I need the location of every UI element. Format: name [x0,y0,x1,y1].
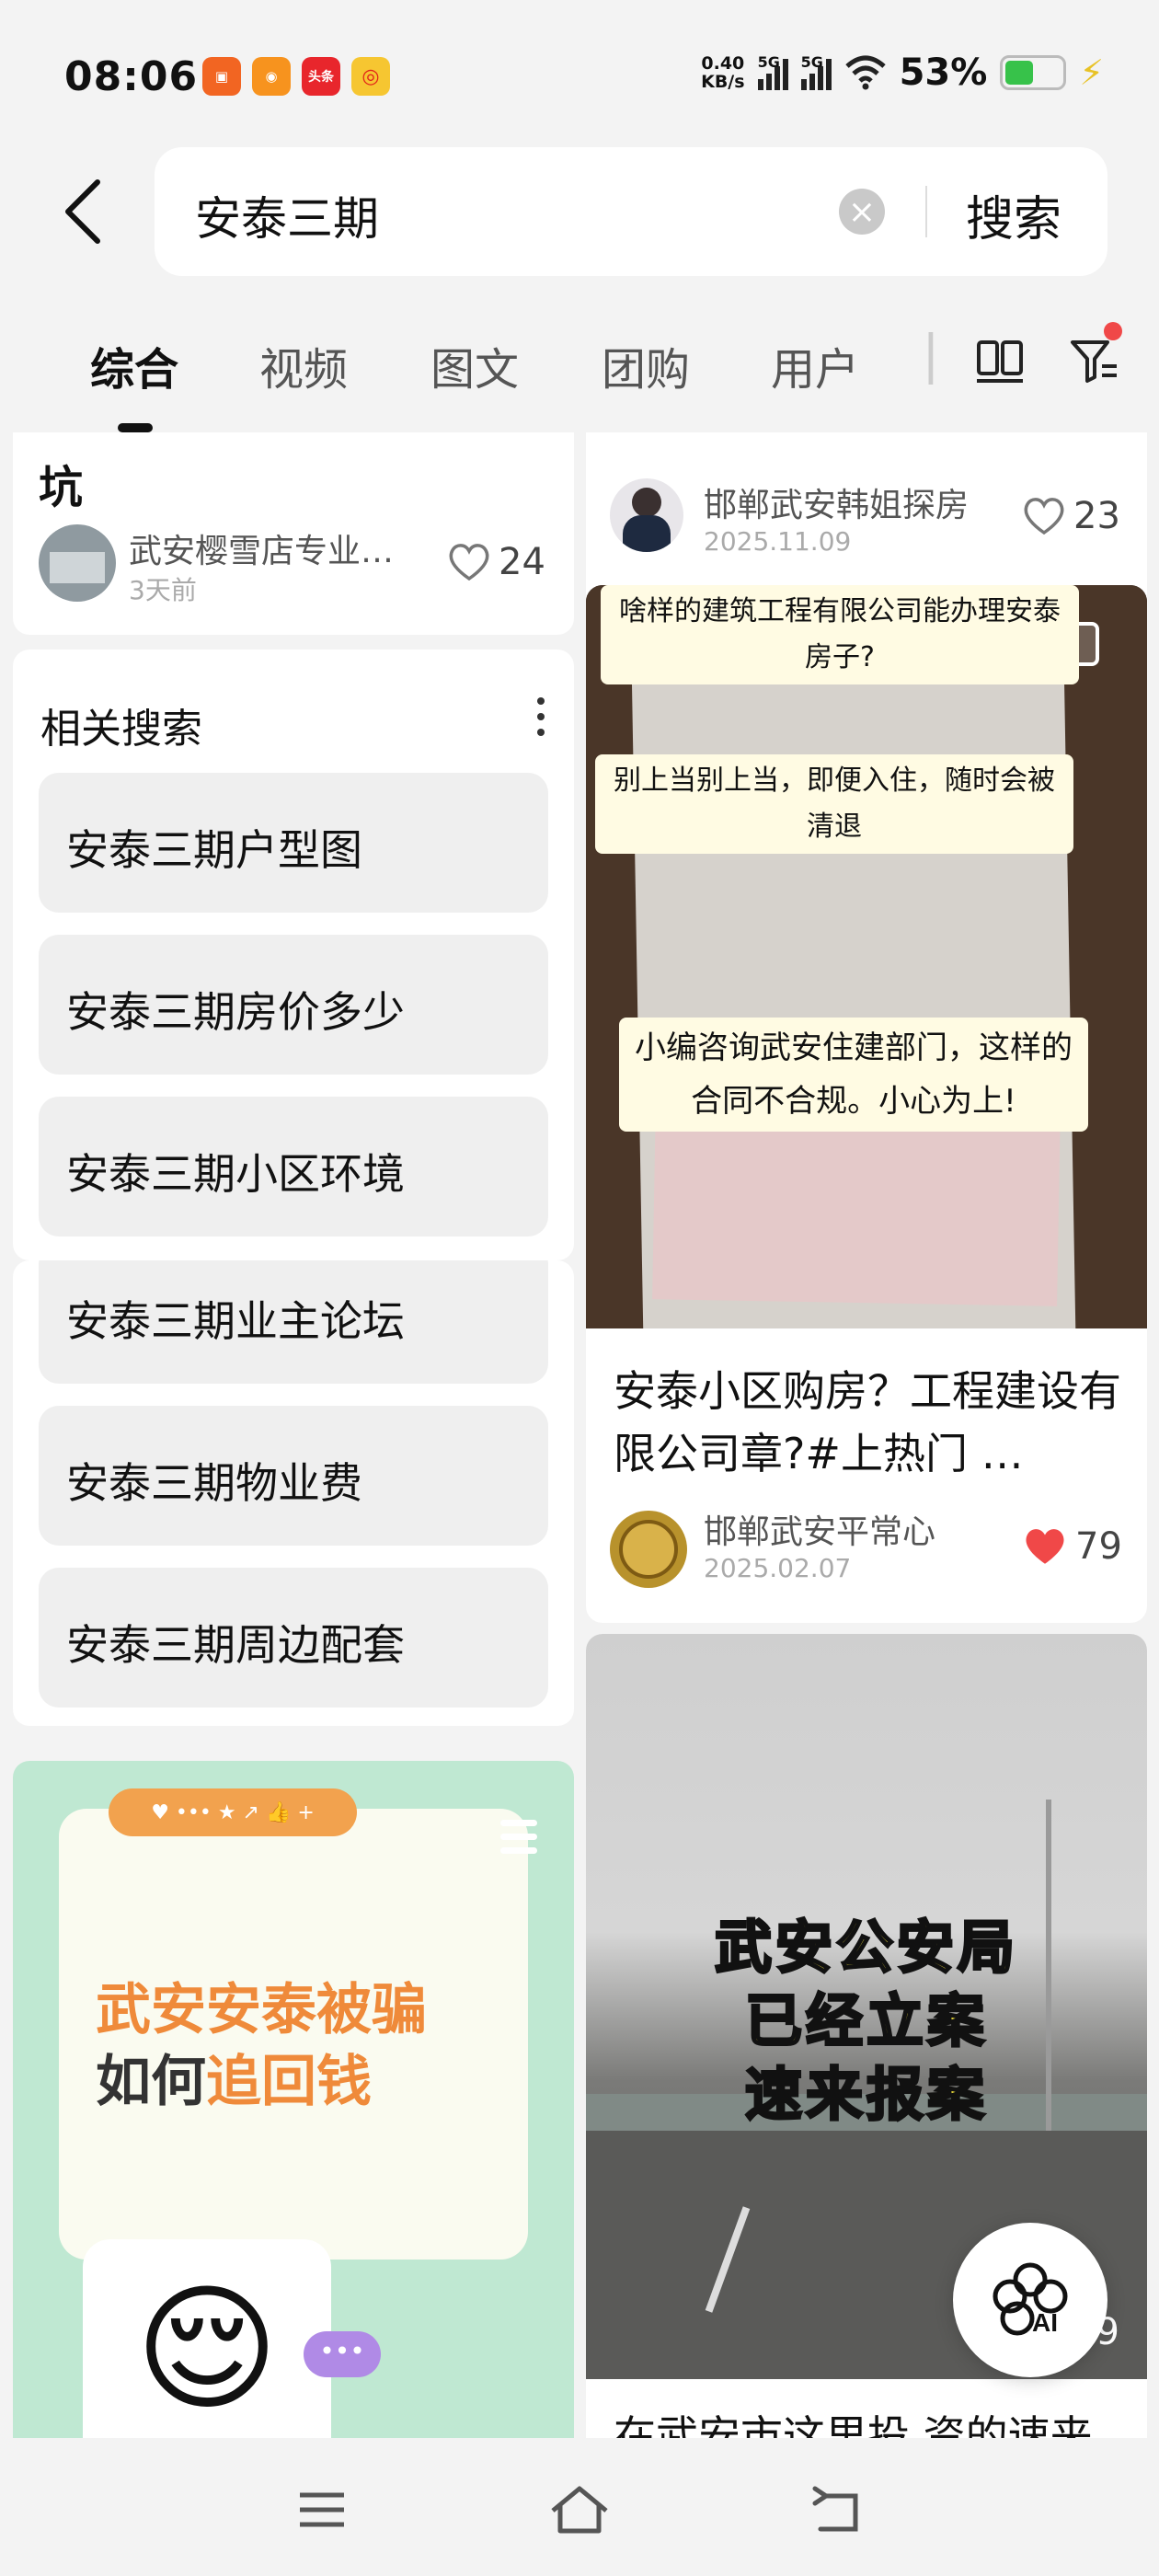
net-speed: 0.40 KB/s [701,53,745,92]
post-date: 2025.02.07 [704,1553,852,1583]
overlay-text: 已经立案 [743,1986,988,2056]
overlay-text: 武安公安局 [713,1913,1018,1983]
signal-icon: 5G [800,53,832,90]
home-icon [551,2486,608,2534]
like-count: 23 [1073,495,1120,537]
author-name[interactable]: 武安樱雪店专业… [129,524,394,572]
like-count: 24 [499,541,545,583]
svg-text:AI: AI [1032,2308,1058,2337]
related-searches-card: 相关搜索 安泰三期户型图 安泰三期房价多少 安泰三期小区环境 [13,650,574,1260]
related-search-item[interactable]: 安泰三期物业费 [39,1406,548,1546]
card-title: 安泰小区购房？工程建设有限公司章?#上热门 … [614,1366,1121,1478]
like-button[interactable]: 24 [447,541,545,583]
feed-left-column: 坑 武安樱雪店专业… 3天前 24 相关搜索 安泰三期户型图 安泰三期房价多少 … [13,432,574,2438]
filter-icon[interactable] [1067,333,1122,388]
tab-group-buy[interactable]: 团购 [602,333,690,397]
search-query[interactable]: 安泰三期 [195,182,379,248]
tab-active-indicator [118,423,153,432]
related-search-item[interactable]: 安泰三期周边配套 [39,1568,548,1708]
battery-icon [1000,55,1067,90]
tab-overflow: ▏ [929,333,963,385]
search-button[interactable]: 搜索 [966,180,1061,249]
card-title: 在武安市这里投 资的速来 [614,2411,1093,2438]
chat-bubble-icon: ••• [304,2331,381,2377]
feed-card-promo[interactable]: 武安安泰被骗 如何追回钱 ♥ ••• ★ ↗ 👍 + 😌 ••• [13,1761,574,2438]
heart-filled-icon [1026,1529,1064,1564]
status-app-icons: ▣ ◉ 头条 ◎ [202,57,390,96]
layout-toggle-icon[interactable] [973,333,1028,388]
overlay-caption: 啥样的建筑工程有限公司能办理安泰房子? [601,585,1079,684]
ai-assistant-button[interactable]: AI [953,2223,1107,2377]
app-icon: ▣ [202,57,241,96]
feed-card[interactable]: 啥样的建筑工程有限公司能办理安泰房子? 别上当别上当，即便入住，随时会被清退 小… [586,585,1147,1623]
related-search-item[interactable]: 安泰三期业主论坛 [39,1260,548,1384]
post-date: 2025.11.09 [704,526,852,557]
charging-icon: ⚡ [1079,52,1104,93]
home-button[interactable] [543,2473,616,2547]
like-count: 79 [1075,1525,1122,1568]
like-button[interactable]: 23 [1022,495,1120,537]
toutiao-icon: 头条 [302,57,340,96]
menu-icon [500,1820,537,1861]
relieved-emoji-icon: 😌 [83,2239,331,2438]
tab-image-text[interactable]: 图文 [430,333,519,397]
battery-percent: 53% [899,52,988,94]
post-thumbnail[interactable]: 啥样的建筑工程有限公司能办理安泰房子? 别上当别上当，即便入住，随时会被清退 小… [586,585,1147,1328]
tab-comprehensive[interactable]: 综合 [90,333,178,397]
back-icon [812,2486,858,2532]
weibo-icon: ◎ [351,57,390,96]
feed-right-column: 邯郸武安韩姐探房 2025.11.09 23 啥样的建筑工程有限公司能办理安泰房… [586,432,1147,2438]
avatar[interactable] [610,1511,687,1588]
author-name[interactable]: 邯郸武安平常心 [704,1505,935,1553]
more-options-icon[interactable] [537,697,546,744]
filter-badge-dot [1104,322,1122,340]
post-date: 3天前 [129,575,197,605]
related-searches-title: 相关搜索 [40,706,202,753]
signal-icon: 5G [757,53,788,90]
wifi-icon [844,55,886,90]
search-input[interactable]: 安泰三期 × 搜索 [155,147,1107,276]
promo-subheadline: 如何追回钱 [96,2050,372,2114]
back-nav-button[interactable] [800,2473,874,2547]
related-search-item[interactable]: 安泰三期小区环境 [39,1097,548,1236]
back-arrow-icon [65,179,100,244]
search-divider [925,186,927,237]
promo-headline: 武安安泰被骗 [96,1978,427,2042]
avatar[interactable] [39,524,116,602]
recent-apps-button[interactable] [285,2473,359,2547]
menu-icon [300,2492,344,2527]
tab-bar: 综合 视频 图文 团购 用户 ▏ [0,313,1159,432]
app-icon: ◉ [252,57,291,96]
tab-users[interactable]: 用户 [771,333,859,397]
like-button[interactable]: 79 [1022,1525,1122,1568]
overlay-caption: 别上当别上当，即便入住，随时会被清退 [595,754,1073,854]
feed-card[interactable]: 坑 武安樱雪店专业… 3天前 24 [13,432,574,635]
heart-icon [1024,498,1064,535]
system-nav-bar [0,2440,1159,2576]
overlay-caption: 小编咨询武安住建部门，这样的合同不合规。小心为上! [619,1018,1088,1132]
reaction-icons: ♥ ••• ★ ↗ 👍 + [109,1788,357,1836]
overlay-text: 速来报案 [743,2060,988,2130]
heart-icon [449,544,489,581]
avatar[interactable] [610,478,683,552]
card-title: 坑 [39,462,84,513]
tab-video[interactable]: 视频 [259,333,348,397]
related-search-item[interactable]: 安泰三期房价多少 [39,935,548,1075]
status-time: 08:06 [64,53,199,100]
author-name[interactable]: 邯郸武安韩姐探房 [704,478,969,526]
back-button[interactable] [55,170,110,253]
ai-flower-icon: AI [993,2262,1068,2337]
promo-note: 武安安泰被骗 如何追回钱 [59,1809,528,2260]
clear-icon[interactable]: × [839,189,885,235]
related-search-item[interactable]: 安泰三期户型图 [39,773,548,913]
status-bar: 08:06 ▣ ◉ 头条 ◎ 0.40 KB/s 5G 5G 53% ⚡ [0,0,1159,138]
related-searches-card-continued: 安泰三期业主论坛 安泰三期物业费 安泰三期周边配套 [13,1260,574,1726]
